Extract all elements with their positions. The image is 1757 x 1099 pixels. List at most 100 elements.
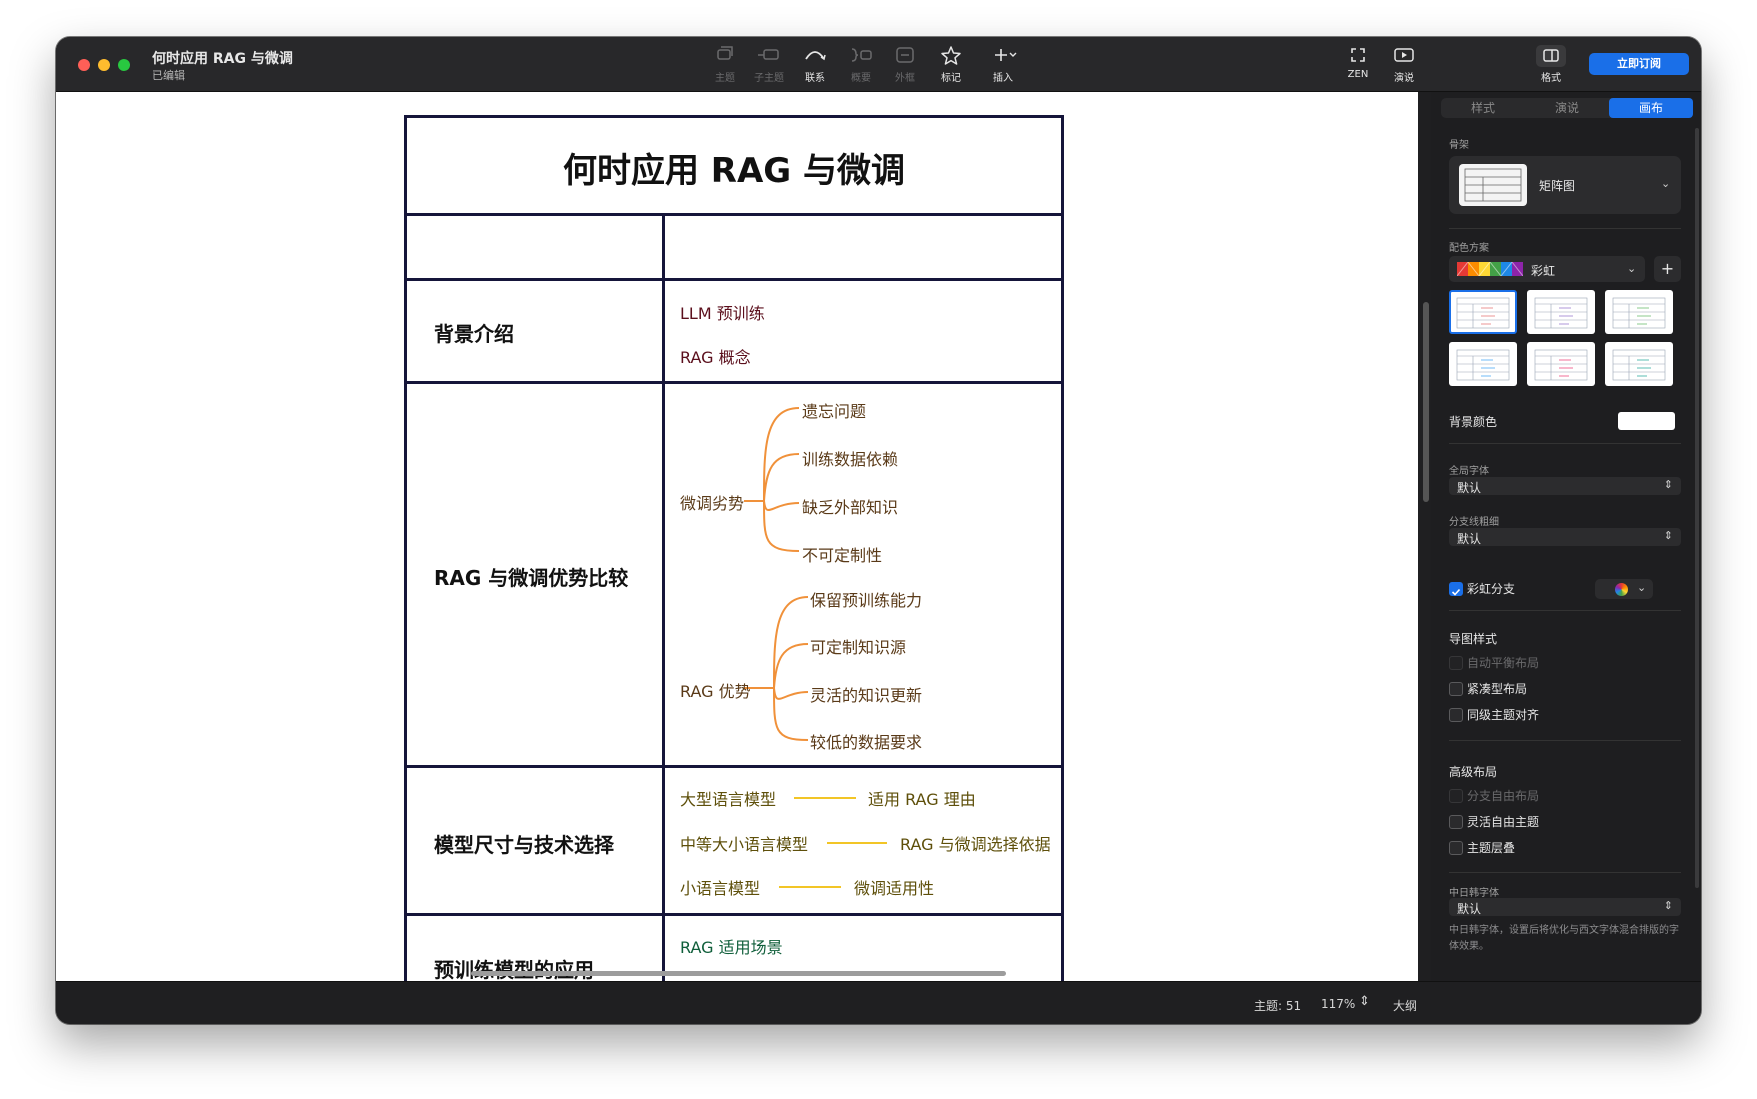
summary-label: 概要 [851,73,871,84]
branch-width-select[interactable]: 默认 ⇕ [1449,528,1681,546]
present-button[interactable]: 演说 [1381,45,1427,84]
marker-button[interactable]: 标记 [928,45,974,84]
global-font-select[interactable]: 默认 ⇕ [1449,477,1681,495]
tab-presentation[interactable]: 演说 [1525,98,1609,118]
format-button[interactable]: 格式 [1533,45,1569,84]
topic-customizable-knowledge[interactable]: 可定制知识源 [810,634,906,658]
rainbow-swatch-icon [1457,262,1523,276]
topic-medium-model[interactable]: 中等大小语言模型 [680,831,808,855]
insert-button[interactable]: 插入 [980,45,1026,84]
fullscreen-icon [1335,45,1381,67]
map-style-label: 导图样式 [1449,632,1498,646]
row-label-model-size[interactable]: 模型尺寸与技术选择 [434,829,614,858]
topic-finetune-applicability[interactable]: 微调适用性 [854,875,934,899]
cjk-font-note: 中日韩字体，设置后将优化与西文字体混合排版的字体效果。 [1449,925,1679,952]
topic-forgetting[interactable]: 遗忘问题 [802,398,866,422]
add-color-scheme-button[interactable]: + [1654,256,1681,282]
topic-button[interactable]: 主题 [702,45,748,84]
topic-retain-pretraining[interactable]: 保留预训练能力 [810,587,922,611]
theme-thumbnail[interactable] [1527,290,1595,334]
status-bar: 主题: 51 117% ⇕ 大纲 [56,971,1701,1024]
flexible-floating-label: 灵活自由主题 [1467,815,1540,829]
title-bar: 何时应用 RAG 与微调 已编辑 主题 子主题 联系 概要 外框 标记 插入 Z… [56,37,1701,92]
topic-llm-pretraining[interactable]: LLM 预训练 [680,300,765,324]
close-window-button[interactable] [78,59,90,71]
row-label-background[interactable]: 背景介绍 [434,318,514,347]
skeleton-select[interactable]: 矩阵图 ⌄ [1449,156,1681,214]
theme-thumbnail[interactable] [1527,342,1595,386]
topic-lack-external-knowledge[interactable]: 缺乏外部知识 [802,494,898,518]
branch-width-value: 默认 [1457,532,1482,546]
canvas-vertical-scrollbar[interactable] [1423,302,1429,502]
boundary-button[interactable]: 外框 [882,45,928,84]
cjk-font-select[interactable]: 默认 ⇕ [1449,898,1681,916]
color-scheme-label: 配色方案 [1449,243,1489,254]
background-color-swatch[interactable] [1618,412,1675,430]
topic-overlap-checkbox[interactable] [1449,841,1463,855]
global-font-value: 默认 [1457,481,1482,495]
relationship-button[interactable]: 联系 [792,45,838,84]
flexible-floating-checkbox[interactable] [1449,815,1463,829]
chevron-down-icon: ⌄ [1661,177,1671,190]
topic-rag-scenarios[interactable]: RAG 适用场景 [680,934,783,958]
topic-rag-concept[interactable]: RAG 概念 [680,344,751,368]
central-topic[interactable]: 何时应用 RAG 与微调 [404,143,1064,192]
marker-label: 标记 [941,73,961,84]
document-title: 何时应用 RAG 与微调 [152,51,293,67]
theme-thumbnail[interactable] [1449,290,1517,334]
color-scheme-select[interactable]: 彩虹 ⌄ [1449,256,1645,282]
divider [1449,443,1681,444]
zen-label: ZEN [1347,69,1369,80]
matrix-column-divider [662,215,665,981]
zen-button[interactable]: ZEN [1335,45,1381,80]
summary-button[interactable]: 概要 [838,45,884,84]
compact-layout-checkbox[interactable] [1449,682,1463,696]
zoom-window-button[interactable] [118,59,130,71]
tab-style[interactable]: 样式 [1441,98,1525,118]
theme-thumbnail[interactable] [1605,290,1673,334]
mindmap-canvas[interactable]: 何时应用 RAG 与微调 背景介绍 LLM 预训练 RAG 概念 RAG 与微调… [56,92,1418,981]
subscribe-button[interactable]: 立即订阅 [1589,53,1689,75]
minimize-window-button[interactable] [98,59,110,71]
presentation-icon [1381,45,1427,67]
row-label-comparison[interactable]: RAG 与微调优势比较 [434,562,628,591]
auto-balance-label: 自动平衡布局 [1467,656,1540,670]
connector-line [794,797,856,799]
zoom-level[interactable]: 117% [1321,997,1355,1011]
rainbow-color-picker[interactable]: ⌄ [1595,579,1653,599]
topic-choice-basis[interactable]: RAG 与微调选择依据 [900,831,1051,855]
sidebar-toggle-icon [1536,45,1566,67]
subtopic-button[interactable]: 子主题 [746,45,792,84]
sidebar-tabs: 样式 演说 画布 [1441,98,1693,118]
rainbow-branch-checkbox[interactable] [1449,582,1463,596]
sidebar-scrollbar[interactable] [1695,128,1699,888]
updown-chevron-icon: ⇕ [1663,529,1673,542]
skeleton-label: 骨架 [1449,140,1469,151]
outline-button[interactable]: 大纲 [1393,997,1417,1014]
topic-rag-reason[interactable]: 适用 RAG 理由 [868,786,976,810]
auto-balance-checkbox[interactable] [1449,656,1463,670]
free-branch-checkbox[interactable] [1449,789,1463,803]
matrix-border-right [1061,115,1064,981]
tab-canvas[interactable]: 画布 [1609,98,1693,118]
matrix-diagram: 何时应用 RAG 与微调 背景介绍 LLM 预训练 RAG 概念 RAG 与微调… [404,115,1064,981]
topic-lower-data-requirement[interactable]: 较低的数据要求 [810,729,922,753]
present-label: 演说 [1394,73,1414,84]
connector-line [779,886,841,888]
divider [1449,610,1681,611]
topic-small-model[interactable]: 小语言模型 [680,875,760,899]
align-siblings-checkbox[interactable] [1449,708,1463,722]
cjk-font-value: 默认 [1457,902,1482,916]
theme-thumbnail[interactable] [1449,342,1517,386]
topic-not-customizable[interactable]: 不可定制性 [802,542,882,566]
topic-count: 主题: 51 [1254,999,1302,1013]
topic-finetune-disadvantages[interactable]: 微调劣势 [680,490,744,514]
row-label-pretrained-application[interactable]: 预训练模型的应用 [434,954,594,981]
zoom-stepper-icon[interactable]: ⇕ [1359,994,1370,1009]
topic-training-data-dependency[interactable]: 训练数据依赖 [802,446,898,470]
canvas-horizontal-scrollbar[interactable] [471,971,1006,976]
theme-thumbnail[interactable] [1605,342,1673,386]
topic-large-model[interactable]: 大型语言模型 [680,786,776,810]
topic-flexible-update[interactable]: 灵活的知识更新 [810,682,922,706]
topic-rag-advantages[interactable]: RAG 优势 [680,678,751,702]
